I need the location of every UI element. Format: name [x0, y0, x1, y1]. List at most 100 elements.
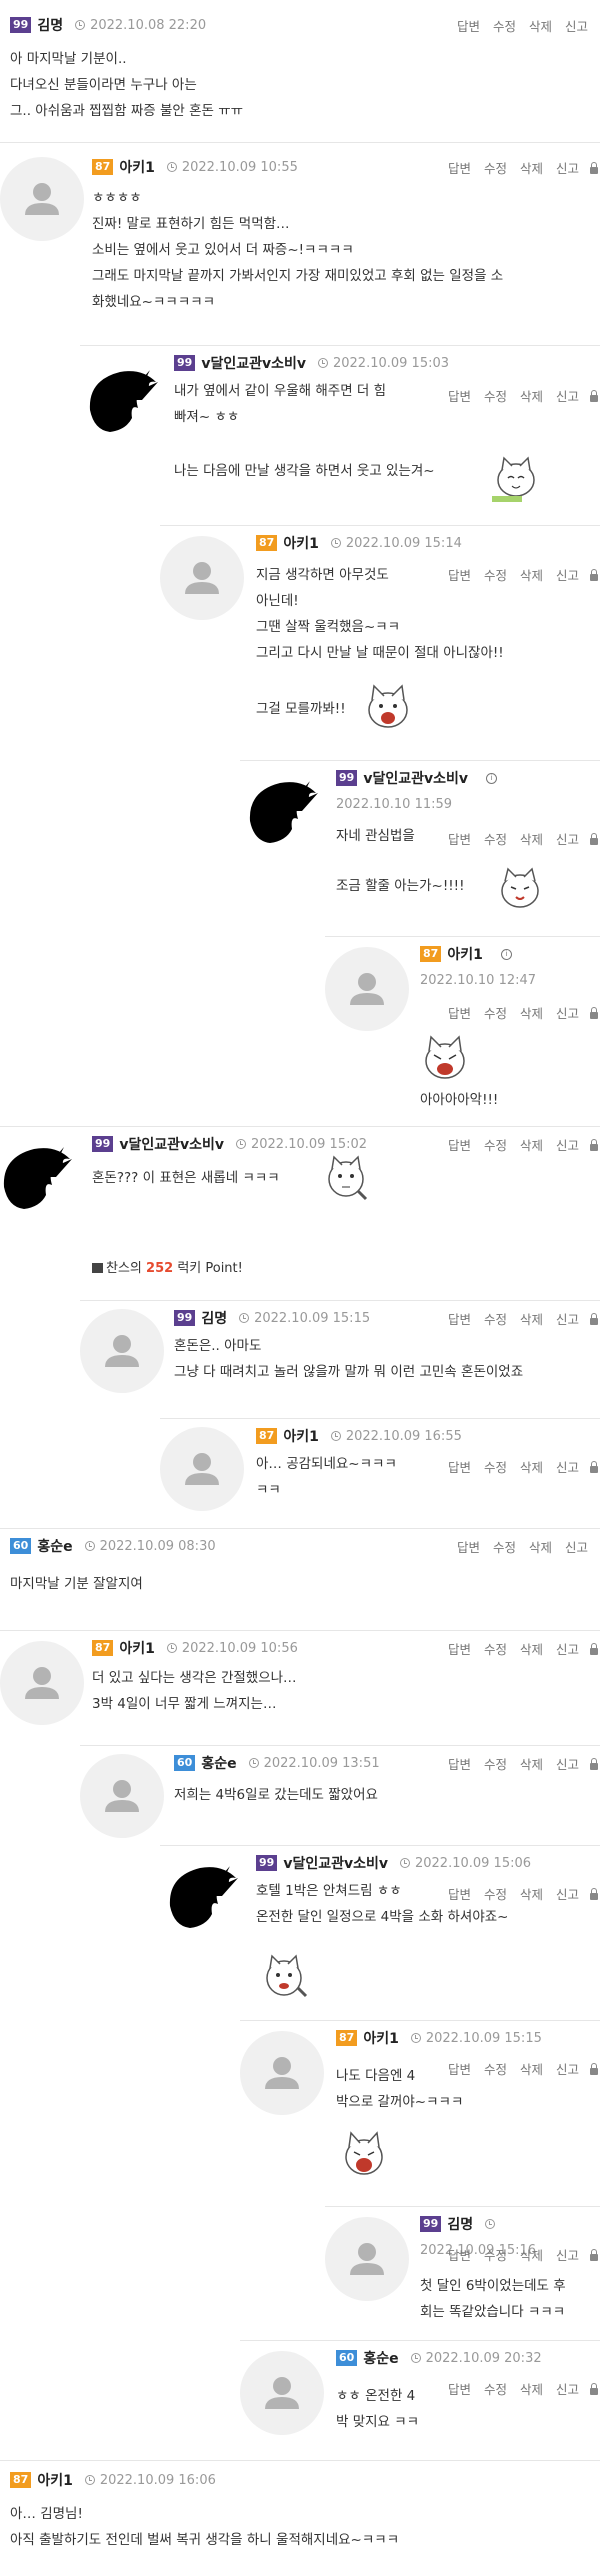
report-button[interactable]: 신고	[556, 565, 579, 584]
author-name[interactable]: 김명	[37, 15, 63, 35]
comment-header: 60 홍순e 2022.10.09 20:32	[336, 2347, 542, 2369]
info-icon[interactable]: i	[485, 772, 497, 784]
clock-icon	[330, 1431, 341, 1441]
author-name[interactable]: 아키1	[447, 944, 483, 964]
report-button[interactable]: 신고	[556, 2379, 579, 2398]
edit-button[interactable]: 수정	[484, 386, 507, 405]
reply-button[interactable]: 답변	[448, 1003, 471, 1022]
edit-button[interactable]: 수정	[484, 158, 507, 177]
avatar[interactable]	[160, 1856, 244, 1940]
edit-button[interactable]: 수정	[484, 1135, 507, 1154]
report-button[interactable]: 신고	[556, 2245, 579, 2264]
report-button[interactable]: 신고	[556, 1135, 579, 1154]
edit-button[interactable]: 수정	[493, 16, 516, 35]
avatar[interactable]	[0, 1137, 84, 1221]
delete-button[interactable]: 삭제	[520, 2379, 543, 2398]
author-name[interactable]: 아키1	[119, 1638, 155, 1658]
reply-button[interactable]: 답변	[448, 1639, 471, 1658]
edit-button[interactable]: 수정	[493, 1537, 516, 1556]
edit-button[interactable]: 수정	[484, 1457, 507, 1476]
delete-button[interactable]: 삭제	[520, 1003, 543, 1022]
avatar[interactable]	[80, 360, 164, 444]
report-button[interactable]: 신고	[565, 16, 588, 35]
delete-button[interactable]: 삭제	[520, 2059, 543, 2078]
avatar[interactable]	[0, 157, 84, 241]
delete-button[interactable]: 삭제	[520, 1884, 543, 1903]
author-name[interactable]: 아키1	[363, 2028, 399, 2048]
author-name[interactable]: 홍순e	[37, 1536, 72, 1556]
edit-button[interactable]: 수정	[484, 2245, 507, 2264]
edit-button[interactable]: 수정	[484, 2059, 507, 2078]
report-button[interactable]: 신고	[556, 1309, 579, 1328]
avatar[interactable]	[160, 1427, 244, 1511]
edit-button[interactable]: 수정	[484, 1639, 507, 1658]
avatar[interactable]	[80, 1754, 164, 1838]
avatar[interactable]	[160, 536, 244, 620]
reply-button[interactable]: 답변	[448, 1135, 471, 1154]
reply-button[interactable]: 답변	[448, 158, 471, 177]
reply-button[interactable]: 답변	[448, 2379, 471, 2398]
delete-button[interactable]: 삭제	[520, 2245, 543, 2264]
edit-button[interactable]: 수정	[484, 1309, 507, 1328]
delete-button[interactable]: 삭제	[520, 1457, 543, 1476]
delete-button[interactable]: 삭제	[520, 1135, 543, 1154]
author-name[interactable]: v달인교관v소비v	[201, 353, 306, 373]
reply-button[interactable]: 답변	[448, 1309, 471, 1328]
avatar[interactable]	[240, 2351, 324, 2435]
author-name[interactable]: 김명	[201, 1308, 227, 1328]
report-button[interactable]: 신고	[556, 829, 579, 848]
comment-text: 저희는 4박6일로 갔는데도 짧았어요	[174, 1787, 378, 1803]
edit-button[interactable]: 수정	[484, 1754, 507, 1773]
reply-button[interactable]: 답변	[457, 1537, 480, 1556]
author-name[interactable]: 김명	[447, 2214, 473, 2234]
report-button[interactable]: 신고	[556, 1754, 579, 1773]
delete-button[interactable]: 삭제	[520, 565, 543, 584]
author-name[interactable]: v달인교관v소비v	[283, 1853, 388, 1873]
report-button[interactable]: 신고	[565, 1537, 588, 1556]
reply-button[interactable]: 답변	[448, 2245, 471, 2264]
reply-button[interactable]: 답변	[457, 16, 480, 35]
clock-icon	[485, 2219, 496, 2229]
avatar[interactable]	[325, 947, 409, 1031]
delete-button[interactable]: 삭제	[520, 386, 543, 405]
author-name[interactable]: v달인교관v소비v	[119, 1134, 224, 1154]
author-name[interactable]: 아키1	[283, 533, 319, 553]
avatar[interactable]	[80, 1309, 164, 1393]
info-icon[interactable]: i	[500, 948, 512, 960]
delete-button[interactable]: 삭제	[520, 1309, 543, 1328]
delete-button[interactable]: 삭제	[520, 1754, 543, 1773]
edit-button[interactable]: 수정	[484, 829, 507, 848]
report-button[interactable]: 신고	[556, 1457, 579, 1476]
avatar[interactable]	[240, 771, 324, 855]
avatar[interactable]	[325, 2217, 409, 2301]
author-name[interactable]: 홍순e	[363, 2348, 398, 2368]
author-name[interactable]: v달인교관v소비v	[363, 768, 468, 788]
comment-header: 60 홍순e 2022.10.09 08:30	[10, 1535, 216, 1557]
avatar[interactable]	[240, 2031, 324, 2115]
clock-icon	[317, 358, 328, 368]
reply-button[interactable]: 답변	[448, 829, 471, 848]
report-button[interactable]: 신고	[556, 1884, 579, 1903]
report-button[interactable]: 신고	[556, 1003, 579, 1022]
delete-button[interactable]: 삭제	[529, 16, 552, 35]
report-button[interactable]: 신고	[556, 2059, 579, 2078]
author-name[interactable]: 아키1	[37, 2470, 73, 2490]
edit-button[interactable]: 수정	[484, 2379, 507, 2398]
avatar[interactable]	[0, 1641, 84, 1725]
report-button[interactable]: 신고	[556, 386, 579, 405]
reply-button[interactable]: 답변	[448, 386, 471, 405]
comment-text: 내가 옆에서 같이 우울해 해주면 더 힘 빠져~ ㅎㅎ	[174, 383, 387, 425]
delete-button[interactable]: 삭제	[520, 1639, 543, 1658]
author-name[interactable]: 아키1	[119, 157, 155, 177]
reply-button[interactable]: 답변	[448, 1457, 471, 1476]
delete-button[interactable]: 삭제	[529, 1537, 552, 1556]
report-button[interactable]: 신고	[556, 1639, 579, 1658]
author-name[interactable]: 홍순e	[201, 1753, 236, 1773]
report-button[interactable]: 신고	[556, 158, 579, 177]
author-name[interactable]: 아키1	[283, 1426, 319, 1446]
comment-item: 99 v달인교관v소비v 2022.10.09 15:02 답변 수정 삭제 신…	[0, 1126, 600, 1318]
reply-button[interactable]: 답변	[448, 1754, 471, 1773]
delete-button[interactable]: 삭제	[520, 829, 543, 848]
delete-button[interactable]: 삭제	[520, 158, 543, 177]
edit-button[interactable]: 수정	[484, 1003, 507, 1022]
